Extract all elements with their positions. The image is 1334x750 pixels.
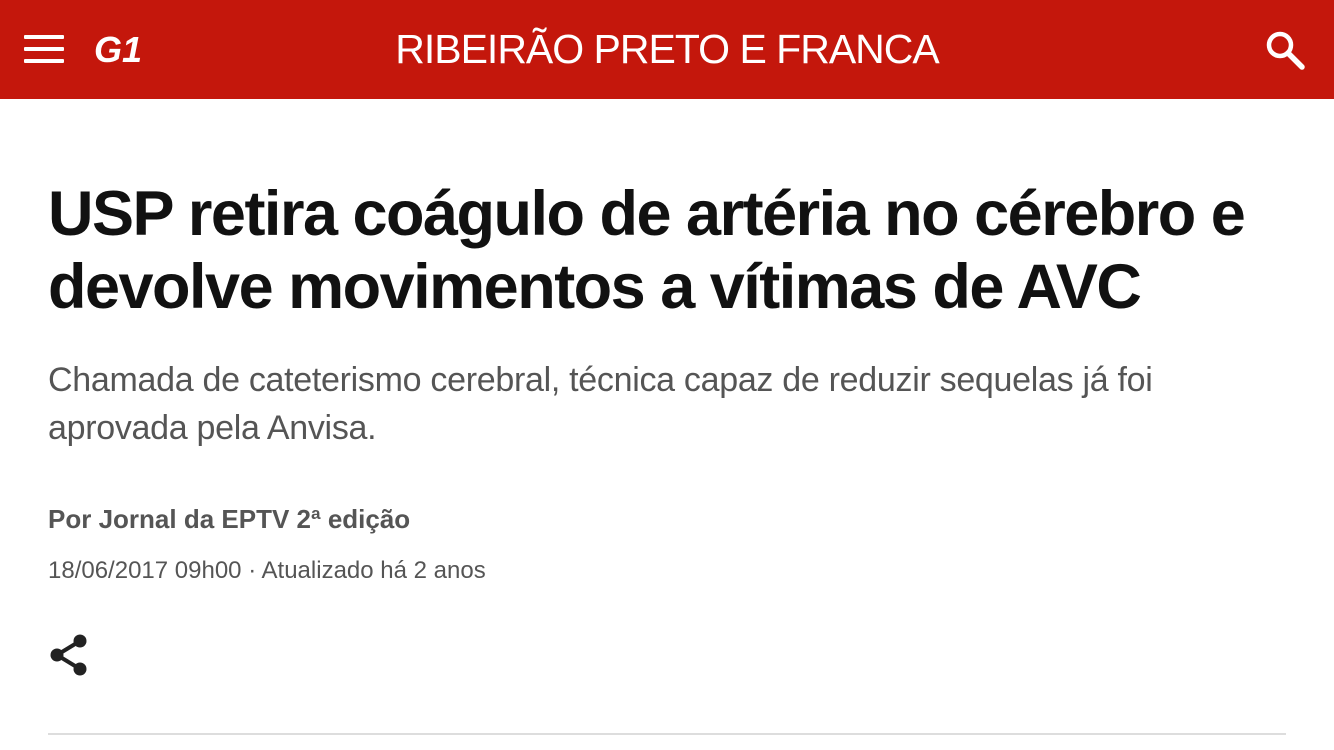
menu-line [24, 59, 64, 63]
search-icon[interactable] [1264, 29, 1306, 71]
g1-logo-mark: G1 [94, 29, 142, 70]
g1-logo[interactable]: G1 [94, 29, 152, 70]
top-bar: G1 RIBEIRÃO PRETO E FRANCA [0, 0, 1334, 99]
region-title: RIBEIRÃO PRETO E FRANCA [395, 26, 940, 72]
share-icon-graphic [50, 634, 87, 676]
content-divider [48, 733, 1286, 735]
menu-line [24, 47, 64, 51]
logo-text: G1 [94, 30, 142, 68]
article-headline: USP retira coágulo de artéria no cérebro… [48, 179, 1246, 322]
search-icon-graphic [1266, 31, 1305, 70]
article-subtitle: Chamada de cateterismo cerebral, técnica… [48, 361, 1153, 447]
share-icon[interactable] [46, 632, 92, 678]
article-byline: Por Jornal da EPTV 2ª edição [48, 504, 411, 534]
article-dateline: 18/06/2017 09h00 · Atualizado há 2 anos [48, 557, 486, 584]
menu-line [24, 35, 64, 39]
hamburger-menu-icon[interactable] [24, 34, 64, 64]
